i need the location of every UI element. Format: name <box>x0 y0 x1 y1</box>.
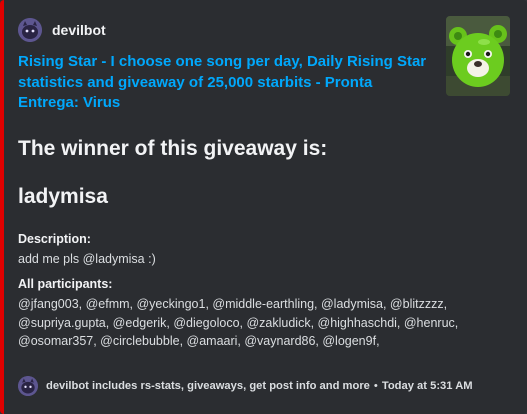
description-value: add me pls @ladymisa :) <box>18 252 156 266</box>
description-label: Description: <box>18 232 91 246</box>
participants-label: All participants: <box>18 277 113 291</box>
devil-avatar-icon[interactable] <box>18 18 42 42</box>
footer-separator: • <box>373 380 378 392</box>
green-teddy-bear-thumbnail[interactable] <box>446 16 510 96</box>
participants-list: @jfang003, @efmm, @yeckingo1, @middle-ea… <box>18 297 459 348</box>
embed-accent-bar <box>0 0 4 414</box>
embed-author[interactable]: devilbot <box>18 18 106 42</box>
author-name[interactable]: devilbot <box>52 22 106 38</box>
embed-title-link[interactable]: Rising Star - I choose one song per day,… <box>18 52 433 114</box>
footer-text: devilbot includes rs-stats, giveaways, g… <box>46 380 370 392</box>
embed-footer: devilbot includes rs-stats, giveaways, g… <box>18 376 473 396</box>
devil-avatar-icon <box>18 376 38 396</box>
winner-heading: The winner of this giveaway is: <box>18 137 328 160</box>
winner-name: ladymisa <box>18 185 108 208</box>
footer-timestamp: Today at 5:31 AM <box>381 380 473 392</box>
bot-embed: devilbot Rising Star - I choose one song… <box>0 0 527 414</box>
